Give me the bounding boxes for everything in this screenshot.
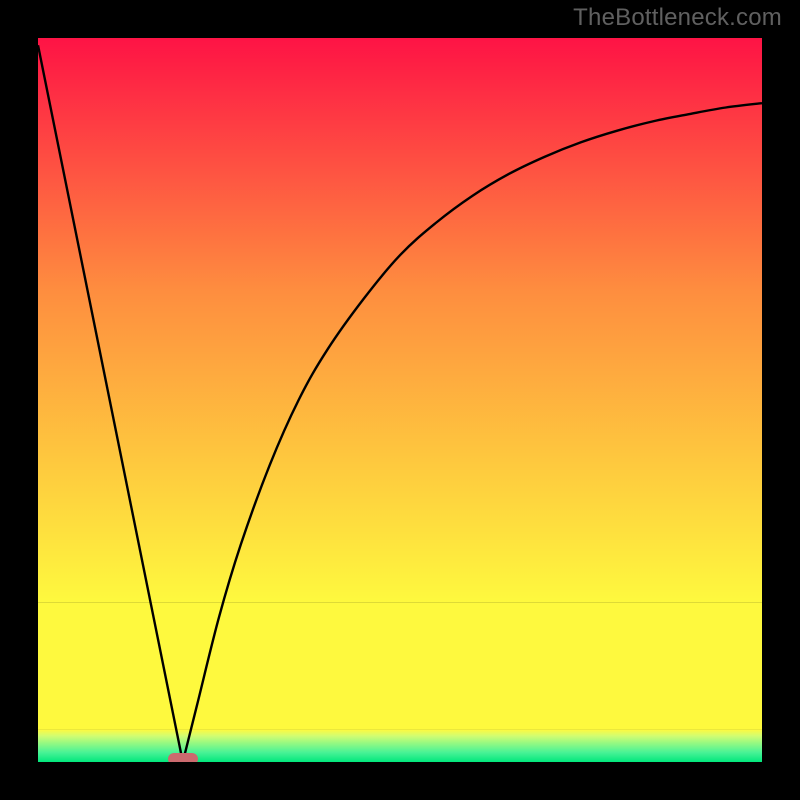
attribution-label: TheBottleneck.com [573, 4, 782, 32]
right-rising-curve [183, 103, 762, 762]
chart-frame: TheBottleneck.com [0, 0, 800, 800]
notch-marker [168, 753, 198, 762]
plot-area [38, 38, 762, 762]
left-descent-line [38, 45, 183, 762]
curve-layer [38, 38, 762, 762]
